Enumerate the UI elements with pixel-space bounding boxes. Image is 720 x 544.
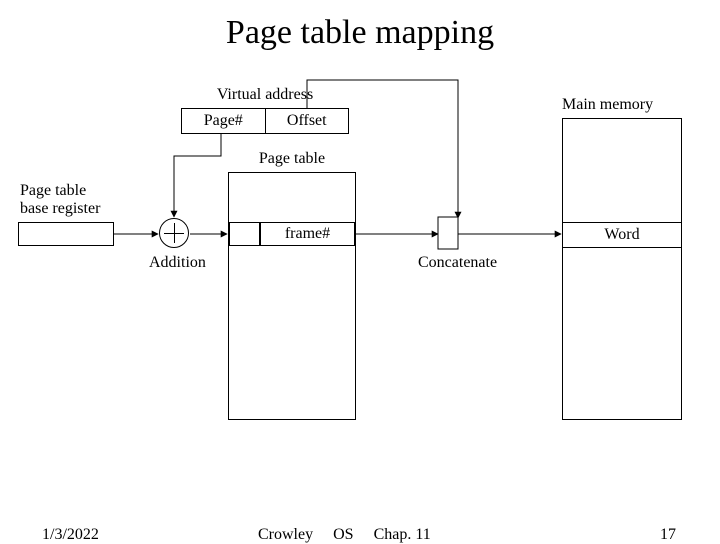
label-main-memory: Main memory bbox=[562, 96, 692, 114]
footer-course: OS bbox=[333, 526, 353, 543]
virtual-address-box: Page# Offset bbox=[181, 108, 349, 134]
label-virtual-address: Virtual address bbox=[181, 86, 349, 104]
label-concatenate: Concatenate bbox=[418, 254, 497, 272]
label-addition: Addition bbox=[149, 254, 206, 272]
cell-word: Word bbox=[563, 222, 681, 248]
footer-page: 17 bbox=[660, 526, 676, 544]
footer-date: 1/3/2022 bbox=[42, 526, 99, 544]
page-table-entry-left bbox=[229, 222, 260, 246]
label-page-table: Page table bbox=[228, 150, 356, 168]
footer-chapter: Chap. 11 bbox=[374, 526, 431, 543]
cell-frame-number: frame# bbox=[260, 222, 355, 246]
page-table-base-register bbox=[18, 222, 114, 246]
cell-offset: Offset bbox=[266, 109, 349, 133]
addition-icon bbox=[159, 218, 189, 248]
label-ptbr-line1: Page table bbox=[20, 182, 86, 200]
footer-center: Crowley OS Chap. 11 bbox=[258, 526, 431, 544]
footer-author: Crowley bbox=[258, 526, 313, 543]
page-table-box bbox=[228, 172, 356, 420]
label-ptbr-line2: base register bbox=[20, 200, 100, 218]
main-memory-box bbox=[562, 118, 682, 420]
slide-title: Page table mapping bbox=[0, 14, 720, 52]
cell-page-number: Page# bbox=[182, 109, 266, 133]
